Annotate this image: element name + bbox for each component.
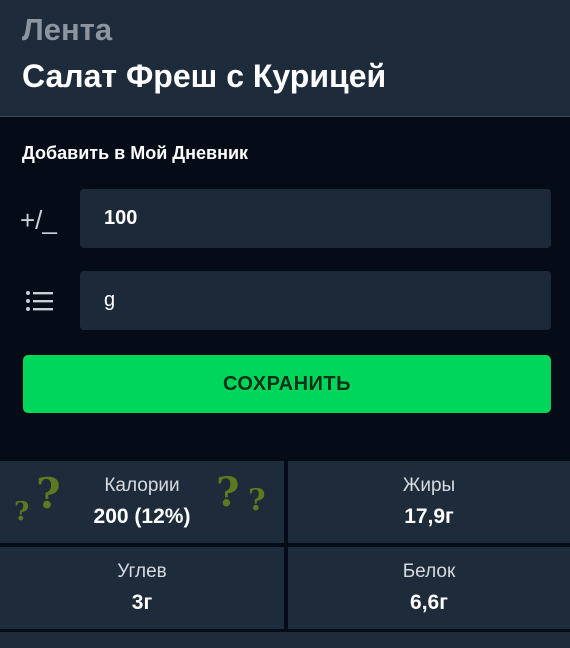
carbs-label: Углев [117,561,167,582]
question-mark-icon: ? [14,497,30,527]
save-button[interactable]: СОХРАНИТЬ [23,355,551,413]
carbs-cell[interactable]: Углев 3г [0,547,284,629]
question-mark-icon: ? [36,469,61,518]
calories-cell[interactable]: Калории 200 (12%) ? ? ? ? [0,461,284,543]
fat-label: Жиры [402,475,456,496]
unit-select[interactable]: g [80,271,551,330]
plus-minus-icon: +/_ [20,205,57,235]
page-title: Салат Фреш с Курицей [22,58,387,94]
fat-cell[interactable]: Жиры 17,9г [288,461,570,543]
question-mark-icon: ? [248,483,266,518]
fat-value: 17,9г [404,505,454,528]
protein-cell[interactable]: Белок 6,6г [288,547,570,629]
brand-label[interactable]: Лента [22,12,112,48]
question-mark-icon: ? [216,469,240,516]
nutrition-grid: Калории 200 (12%) ? ? ? ? Жиры 17,9г Угл… [0,461,570,631]
protein-label: Белок [402,561,456,582]
bottom-strip [0,632,570,648]
quantity-input[interactable]: 100 [80,189,551,248]
carbs-value: 3г [131,591,153,614]
protein-value: 6,6г [410,591,448,614]
add-to-diary-label: Добавить в Мой Дневник [22,143,249,163]
list-icon [20,282,60,322]
app-header: Лента Салат Фреш с Курицей [0,0,570,117]
